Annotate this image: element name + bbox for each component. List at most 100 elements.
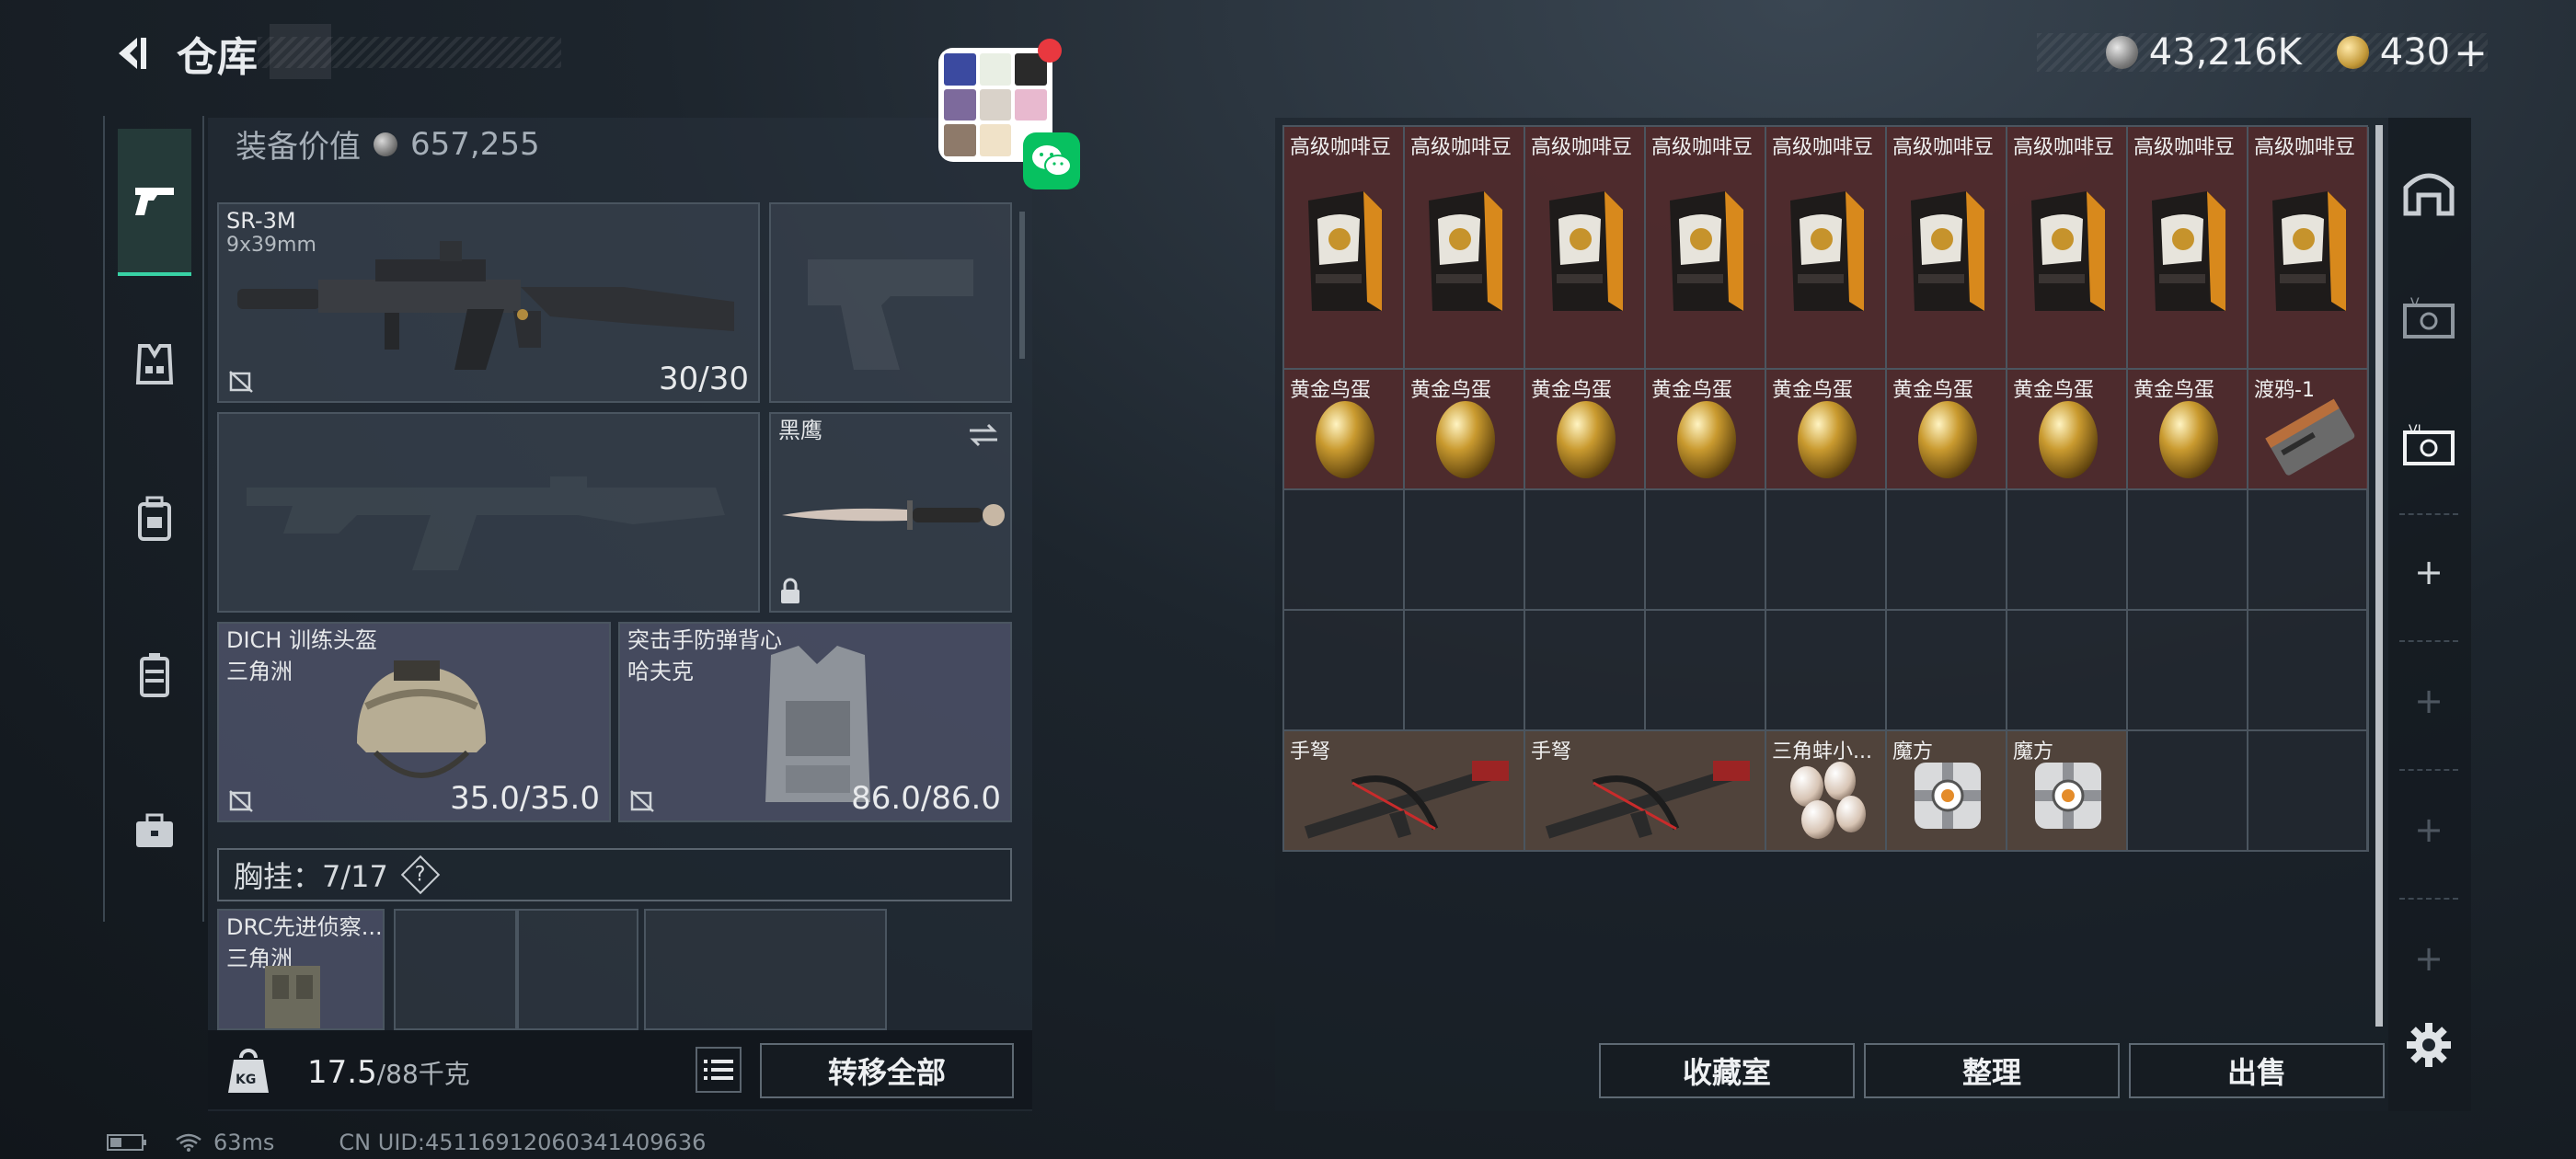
crossbow-item[interactable]: 手弩 xyxy=(1284,731,1525,852)
pistol-silhouette-icon xyxy=(808,259,973,370)
empty-stash-cell[interactable] xyxy=(2248,731,2369,852)
rig-item-slot[interactable]: DRC先进侦察... 三角洲 xyxy=(217,909,385,1030)
weight-capacity: /88千克 xyxy=(376,1059,470,1089)
stash-scrollbar[interactable] xyxy=(2375,125,2383,1027)
cube-item-image xyxy=(2024,752,2112,843)
coffee-beans-item-image xyxy=(2143,182,2235,324)
coffee-beans-item[interactable]: 高级咖啡豆 xyxy=(2128,127,2248,370)
rig-slot-empty[interactable] xyxy=(517,909,638,1030)
empty-stash-cell[interactable] xyxy=(1405,611,1525,731)
pearl-item[interactable]: 三角蚌小... xyxy=(1766,731,1887,852)
helmet-slot[interactable]: DICH 训练头盔 三角洲 35.0/35.0 xyxy=(217,622,611,822)
sell-button[interactable]: 出售 xyxy=(2129,1043,2385,1098)
empty-stash-cell[interactable] xyxy=(1525,611,1646,731)
rig-slot-empty-large[interactable] xyxy=(644,909,887,1030)
tab-briefcase[interactable] xyxy=(118,795,191,868)
golden-egg-item[interactable]: 黄金鸟蛋 xyxy=(1766,370,1887,490)
golden-egg-item[interactable]: 黄金鸟蛋 xyxy=(2007,370,2128,490)
empty-stash-cell[interactable] xyxy=(1646,490,1766,611)
secondary-weapon-slot-empty[interactable] xyxy=(217,412,760,613)
rig-slot-empty[interactable] xyxy=(394,909,517,1030)
add-stash-tab-button[interactable]: + xyxy=(2396,552,2462,607)
tab-weapons[interactable] xyxy=(118,129,191,276)
transfer-all-button[interactable]: 转移全部 xyxy=(760,1043,1014,1098)
crossbow-item[interactable]: 手弩 xyxy=(1525,731,1766,852)
tab-stash-1[interactable]: V xyxy=(2396,285,2462,351)
app-thumb xyxy=(979,53,1012,86)
tab-backpack[interactable] xyxy=(118,482,191,556)
no-insurance-icon xyxy=(229,790,253,812)
empty-stash-cell[interactable] xyxy=(1405,490,1525,611)
empty-stash-cell[interactable] xyxy=(1525,490,1646,611)
add-stash-tab-button-disabled[interactable]: + xyxy=(2396,809,2462,865)
coffee-beans-item[interactable]: 高级咖啡豆 xyxy=(1766,127,1887,370)
golden-egg-item[interactable]: 黄金鸟蛋 xyxy=(1887,370,2007,490)
empty-stash-cell[interactable] xyxy=(2007,611,2128,731)
back-button[interactable] xyxy=(103,28,158,79)
help-icon: ? xyxy=(415,863,426,887)
empty-stash-cell[interactable] xyxy=(2007,490,2128,611)
raven-keycard-item[interactable]: 渡鸦-1 xyxy=(2248,370,2369,490)
empty-stash-cell[interactable] xyxy=(2248,611,2369,731)
title-decoration xyxy=(258,37,561,68)
tab-stash-2-active[interactable]: VI xyxy=(2396,412,2462,478)
golden-egg-item-image xyxy=(1308,390,1382,486)
chest-rig-help-button[interactable]: ? xyxy=(400,855,441,895)
raven-keycard-item-image xyxy=(2260,396,2361,482)
wechat-button[interactable] xyxy=(1023,132,1080,189)
add-stash-tab-button-disabled[interactable]: + xyxy=(2396,681,2462,736)
coffee-beans-item[interactable]: 高级咖啡豆 xyxy=(1646,127,1766,370)
wifi-icon xyxy=(176,1133,201,1152)
empty-stash-cell[interactable] xyxy=(1766,611,1887,731)
empty-stash-cell[interactable] xyxy=(2128,490,2248,611)
silver-coin-icon xyxy=(2105,36,2138,69)
item-label: 高级咖啡豆 xyxy=(2133,136,2236,159)
tab-base[interactable] xyxy=(2396,160,2462,226)
loadout-scrollbar[interactable] xyxy=(1019,212,1025,359)
empty-stash-cell[interactable] xyxy=(2248,490,2369,611)
item-label: 高级咖啡豆 xyxy=(2254,136,2356,159)
coffee-beans-item[interactable]: 高级咖啡豆 xyxy=(1405,127,1525,370)
armor-slot[interactable]: 突击手防弹背心 哈夫克 86.0/86.0 xyxy=(618,622,1012,822)
empty-stash-cell[interactable] xyxy=(1646,611,1766,731)
organize-button[interactable]: 整理 xyxy=(1864,1043,2120,1098)
empty-stash-cell[interactable] xyxy=(1284,611,1405,731)
empty-stash-cell[interactable] xyxy=(1887,490,2007,611)
coffee-beans-item[interactable]: 高级咖啡豆 xyxy=(1887,127,2007,370)
cube-item[interactable]: 魔方 xyxy=(1887,731,2007,852)
golden-egg-item[interactable]: 黄金鸟蛋 xyxy=(1525,370,1646,490)
list-view-button[interactable] xyxy=(696,1047,742,1093)
melee-slot[interactable]: 黑鹰 xyxy=(769,412,1012,613)
coffee-beans-item[interactable]: 高级咖啡豆 xyxy=(1284,127,1405,370)
stash-scroll-thumb[interactable] xyxy=(2375,125,2383,1027)
golden-egg-item-image xyxy=(1911,390,1984,486)
coffee-beans-item[interactable]: 高级咖啡豆 xyxy=(1525,127,1646,370)
golden-egg-item[interactable]: 黄金鸟蛋 xyxy=(1646,370,1766,490)
golden-egg-item[interactable]: 黄金鸟蛋 xyxy=(2128,370,2248,490)
add-stash-tab-button-disabled[interactable]: + xyxy=(2396,938,2462,993)
add-currency-button[interactable]: + xyxy=(2454,29,2488,76)
coffee-beans-item[interactable]: 高级咖啡豆 xyxy=(2248,127,2369,370)
currency-silver-value: 43,216K xyxy=(2148,31,2302,74)
empty-stash-cell[interactable] xyxy=(2128,611,2248,731)
golden-egg-item[interactable]: 黄金鸟蛋 xyxy=(1284,370,1405,490)
tab-armor[interactable] xyxy=(118,327,191,401)
empty-stash-cell[interactable] xyxy=(1284,490,1405,611)
page-title-box: 仓库 xyxy=(177,24,561,81)
empty-stash-cell[interactable] xyxy=(1887,611,2007,731)
tab-secure-case[interactable] xyxy=(118,638,191,712)
primary-weapon-slot[interactable]: SR-3M 9x39mm 30/30 xyxy=(217,202,760,403)
coffee-beans-item-image xyxy=(2022,182,2114,324)
golden-egg-item[interactable]: 黄金鸟蛋 xyxy=(1405,370,1525,490)
collection-room-button[interactable]: 收藏室 xyxy=(1599,1043,1855,1098)
swap-icon[interactable] xyxy=(966,419,1001,451)
settings-button[interactable] xyxy=(2405,1021,2453,1073)
coffee-beans-item[interactable]: 高级咖啡豆 xyxy=(2007,127,2128,370)
empty-stash-cell[interactable] xyxy=(2128,731,2248,852)
coffee-beans-item-image xyxy=(1661,182,1753,324)
empty-stash-cell[interactable] xyxy=(1766,490,1887,611)
rig-item-name: DRC先进侦察... xyxy=(226,914,383,940)
equipment-value: 装备价值 657,255 xyxy=(236,121,540,166)
cube-item[interactable]: 魔方 xyxy=(2007,731,2128,852)
pistol-slot-empty[interactable] xyxy=(769,202,1012,403)
